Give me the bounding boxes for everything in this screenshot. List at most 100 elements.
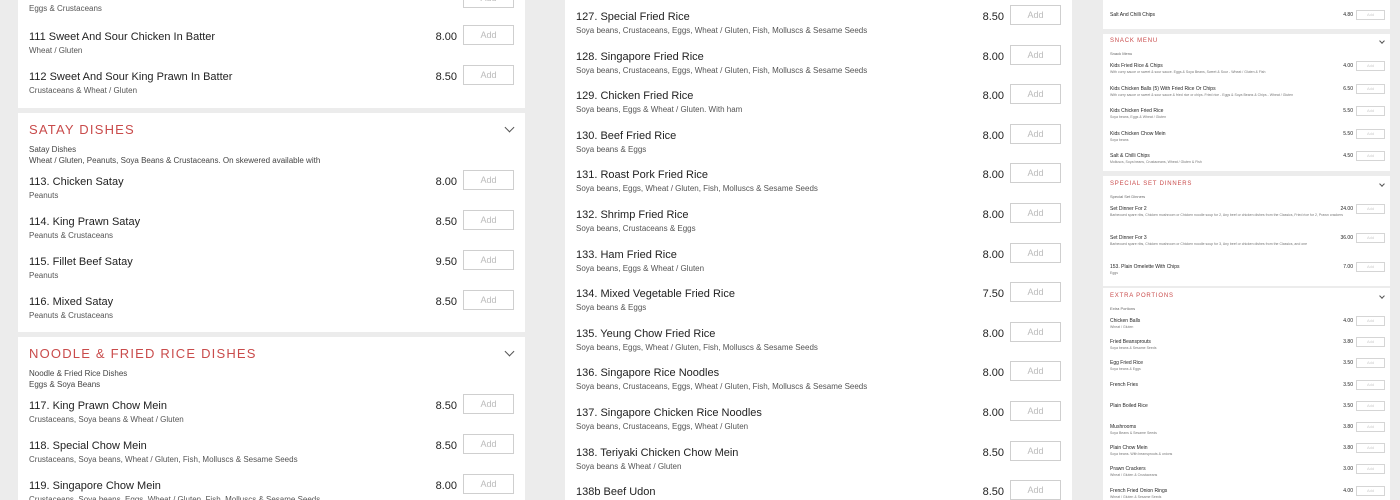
- item-name: 115. Fillet Beef Satay: [29, 256, 133, 268]
- section-title: EXTRA PORTIONS: [1110, 293, 1174, 299]
- item-allergens: Barbecued spare ribs, Chicken mushroom o…: [1110, 213, 1344, 217]
- menu-item: Mushrooms Soya Beans & Sesame Seeds 3.80 Ad…: [1103, 422, 1390, 442]
- add-button[interactable]: Add: [463, 25, 514, 45]
- item-name: 118. Special Chow Mein: [29, 440, 147, 452]
- add-button[interactable]: Add: [1356, 400, 1385, 411]
- item-name: Set Dinner For 3: [1110, 235, 1147, 241]
- chevron-down-icon[interactable]: [504, 122, 515, 133]
- add-button[interactable]: Add: [1356, 10, 1385, 20]
- add-button[interactable]: Add: [1356, 485, 1385, 496]
- item-price: 36.00: [1340, 235, 1353, 241]
- add-button[interactable]: Add: [1356, 61, 1385, 71]
- chevron-down-icon[interactable]: [1379, 181, 1385, 187]
- item-allergens: Wheat / Gluten & Sesame Seeds: [1110, 494, 1162, 499]
- add-button[interactable]: Add: [1356, 379, 1385, 390]
- chevron-down-icon[interactable]: [504, 346, 515, 357]
- menu-item: Plain Boiled Rice 3.50 Add: [1103, 400, 1390, 421]
- menu-column-left: Eggs & Crustaceans Add 111 Sweet And Sou…: [18, 0, 525, 500]
- menu-item: 133. Ham Fried Rice Soya beans, Eggs & Wh…: [565, 242, 1072, 283]
- item-price: 8.50: [435, 400, 457, 412]
- add-button[interactable]: Add: [1010, 282, 1061, 303]
- item-name: 132. Shrimp Fried Rice: [576, 209, 689, 221]
- add-button[interactable]: Add: [1356, 443, 1385, 454]
- menu-item: 131. Roast Pork Fried Rice Soya beans, Eg…: [565, 163, 1072, 203]
- menu-item: 112 Sweet And Sour King Prawn In Batter C…: [18, 65, 525, 105]
- chevron-down-icon[interactable]: [1379, 38, 1385, 44]
- add-button[interactable]: Add: [1010, 123, 1061, 144]
- add-button[interactable]: Add: [463, 65, 514, 85]
- add-button[interactable]: Add: [1010, 401, 1061, 421]
- item-allergens: Eggs: [1110, 271, 1118, 275]
- add-button[interactable]: Add: [463, 394, 514, 414]
- item-price: 3.50: [1343, 360, 1353, 367]
- item-name: Kids Chicken Balls (5) With Fried Rice O…: [1110, 85, 1216, 92]
- item-allergens: Eggs & Crustaceans: [29, 4, 102, 13]
- add-button[interactable]: Add: [1356, 128, 1385, 139]
- item-allergens: Molluscs, Soya beans, Crustaceans, Wheat…: [1110, 160, 1202, 164]
- item-allergens: Soya Beans & Sesame Seeds: [1110, 431, 1157, 435]
- item-allergens: Wheat / Gluten: [29, 46, 83, 55]
- item-price: 3.80: [1343, 339, 1353, 346]
- menu-item: 132. Shrimp Fried Rice Soya beans, Crusta…: [565, 203, 1072, 243]
- item-price: 8.00: [982, 209, 1004, 221]
- add-button[interactable]: Add: [1010, 163, 1061, 184]
- item-allergens: Crustaceans, Soya beans & Wheat / Gluten: [29, 415, 184, 424]
- item-name: Salt & Chilli Chips: [1110, 153, 1150, 159]
- add-button[interactable]: Add: [1356, 204, 1385, 214]
- add-button[interactable]: Add: [1356, 358, 1385, 369]
- add-button[interactable]: Add: [1010, 44, 1061, 65]
- item-price: 8.50: [435, 71, 457, 83]
- add-button[interactable]: Add: [463, 0, 514, 8]
- add-button[interactable]: Add: [1010, 84, 1061, 105]
- add-button[interactable]: Add: [463, 474, 514, 494]
- add-button[interactable]: Add: [463, 434, 514, 454]
- item-allergens: Soya beans & Wheat / Gluten: [576, 461, 682, 471]
- item-name: 138b Beef Udon: [576, 486, 656, 499]
- add-button[interactable]: Add: [463, 170, 514, 190]
- item-price: 4.00: [1343, 318, 1353, 324]
- add-button[interactable]: Add: [1356, 262, 1385, 272]
- item-name: Fried Beansprouts: [1110, 339, 1151, 346]
- add-button[interactable]: Add: [463, 250, 514, 270]
- item-name: Salt And Chilli Chips: [1110, 12, 1156, 18]
- menu-item: Set Dinner For 2 Barbecued spare ribs, Ch…: [1103, 204, 1390, 224]
- add-button[interactable]: Add: [1010, 361, 1061, 382]
- item-name: 131. Roast Pork Fried Rice: [576, 169, 709, 182]
- add-button[interactable]: Add: [1010, 440, 1061, 461]
- add-button[interactable]: Add: [1010, 203, 1061, 223]
- add-button[interactable]: Add: [1356, 464, 1385, 475]
- item-price: 5.50: [1343, 108, 1353, 114]
- item-price: 6.50: [1343, 85, 1353, 92]
- item-price: 7.00: [1343, 264, 1353, 270]
- section-title: SNACK MENU: [1110, 38, 1159, 44]
- chevron-down-icon[interactable]: [1379, 293, 1385, 299]
- item-allergens: Soya beans, Crustaceans, Eggs, Wheat / G…: [576, 26, 868, 35]
- add-button[interactable]: Add: [1356, 83, 1385, 94]
- item-price: 24.00: [1340, 206, 1353, 212]
- add-button[interactable]: Add: [1010, 321, 1061, 342]
- add-button[interactable]: Add: [1356, 337, 1385, 348]
- noodle-section: NOODLE & FRIED RICE DISHES Noodle & Frie…: [18, 337, 525, 500]
- add-button[interactable]: Add: [1010, 5, 1061, 25]
- item-name: 127. Special Fried Rice: [576, 11, 690, 23]
- item-allergens: Crustaceans, Soya beans, Eggs, Wheat / G…: [29, 495, 321, 500]
- add-button[interactable]: Add: [463, 210, 514, 230]
- menu-item: Salt And Chilli Chips 4.80 Add: [1103, 10, 1390, 30]
- item-allergens: Peanuts: [29, 271, 59, 280]
- add-button[interactable]: Add: [1010, 242, 1061, 263]
- item-price: 4.80: [1343, 12, 1353, 18]
- add-button[interactable]: Add: [1356, 422, 1385, 432]
- item-price: 5.50: [1343, 130, 1353, 137]
- add-button[interactable]: Add: [1356, 233, 1385, 243]
- menu-item: 113. Chicken Satay Peanuts 8.00 Add: [18, 170, 525, 210]
- item-allergens: Peanuts & Crustaceans: [29, 311, 114, 320]
- add-button[interactable]: Add: [1010, 480, 1061, 500]
- item-allergens: Soya beans, Eggs & Wheat / Gluten. With …: [576, 105, 743, 115]
- menu-item: Set Dinner For 3 Barbecued spare ribs, Ch…: [1103, 233, 1390, 253]
- add-button[interactable]: Add: [463, 290, 514, 310]
- section-subtitle: Noodle & Fried Rice Dishes: [29, 369, 128, 378]
- add-button[interactable]: Add: [1356, 106, 1385, 116]
- add-button[interactable]: Add: [1356, 151, 1385, 161]
- item-name: Plain Chow Mein: [1110, 445, 1148, 452]
- add-button[interactable]: Add: [1356, 316, 1385, 326]
